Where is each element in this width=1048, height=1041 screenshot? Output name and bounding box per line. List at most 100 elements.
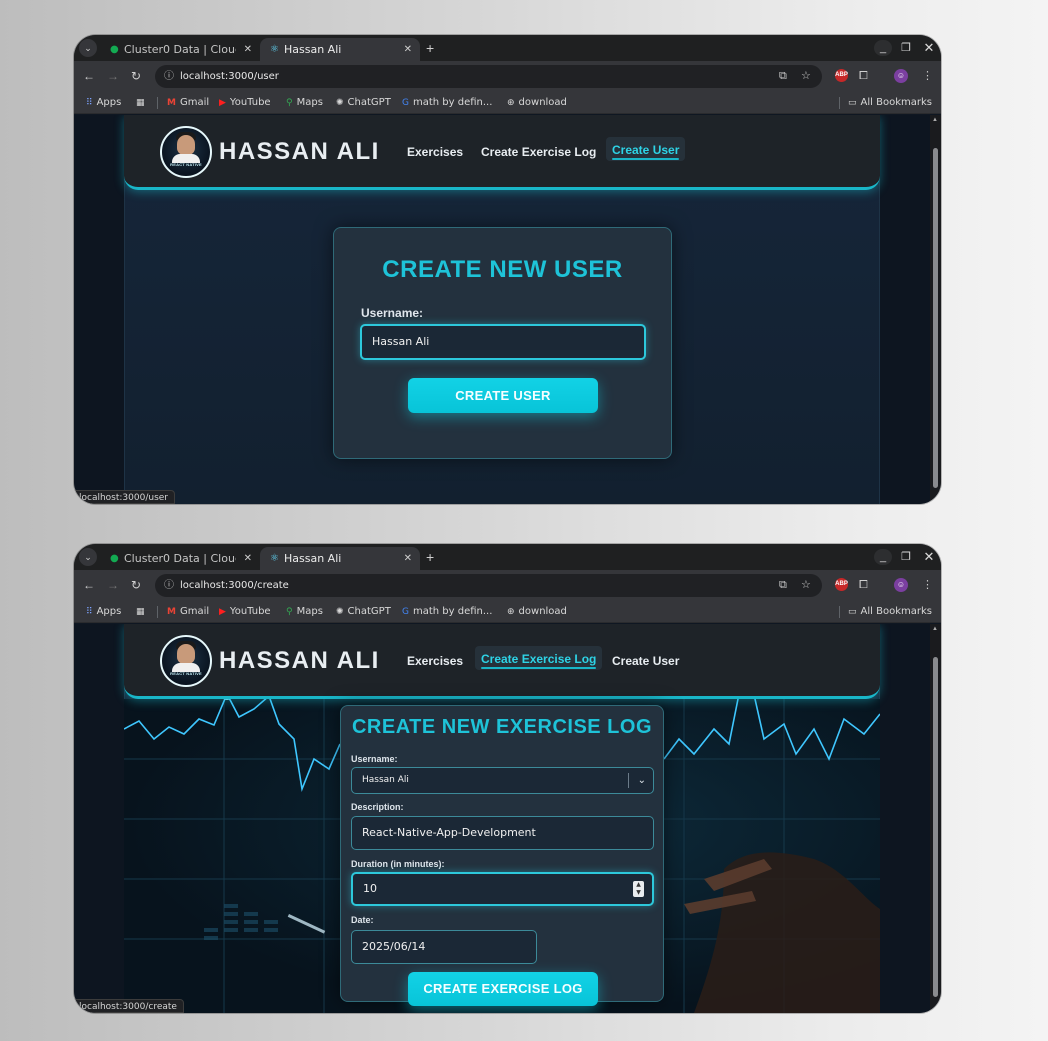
install-app-icon[interactable]: ⧉ [779,65,787,88]
restore-icon[interactable]: ❐ [897,40,915,56]
bookmark-download[interactable]: ⊕ download [507,605,567,619]
date-input[interactable]: 2025/06/14 [351,930,537,964]
bookmark-youtube[interactable]: ▶ YouTube [219,605,271,619]
bookmark-star-icon[interactable]: ☆ [801,574,811,597]
forward-arrow-icon[interactable]: → [107,69,119,83]
mongodb-leaf-icon: ● [110,44,119,55]
gmail-icon: M [167,607,176,617]
logo-avatar[interactable]: REACT NATIVE [160,635,212,687]
bookmark-apps[interactable]: ⠿ Apps [86,605,121,619]
duration-input[interactable]: 10 ▲ ▼ [351,872,654,906]
vertical-scrollbar[interactable]: ▲ [930,115,941,504]
scroll-up-icon[interactable]: ▲ [932,117,938,123]
profile-avatar-icon[interactable]: ☺ [894,578,908,592]
address-bar[interactable]: ⓘ localhost:3000/create ⧉ ☆ [155,574,822,597]
vertical-scrollbar[interactable]: ▲ [930,624,941,1013]
tab-groups-icon[interactable]: ▦ [136,605,149,619]
logo-text: REACT NATIVE [170,671,202,676]
scroll-up-icon[interactable]: ▲ [932,626,938,632]
scrollbar-thumb[interactable] [933,148,938,488]
date-label: Date: [351,915,374,925]
username-select[interactable]: Hassan Ali ⌄ [351,767,654,794]
close-icon[interactable]: ✕ [244,547,252,570]
bookmark-math[interactable]: Gmath by defin... [402,605,492,619]
bookmark-star-icon[interactable]: ☆ [801,65,811,88]
bookmark-apps[interactable]: ⠿ Apps [86,96,121,110]
bookmark-gmail[interactable]: M Gmail [167,96,209,110]
tab-hassan-ali[interactable]: ⚛ Hassan Ali ✕ [260,547,420,570]
close-icon[interactable]: ✕ [404,38,412,61]
gmail-icon: M [167,98,176,108]
description-input[interactable]: React-Native-App-Development [351,816,654,850]
number-spinner-icon[interactable]: ▲ ▼ [633,881,644,897]
adblock-icon[interactable]: ABP [835,578,848,591]
all-bookmarks[interactable]: ▭ All Bookmarks [848,605,932,619]
tab-cluster0[interactable]: ● Cluster0 Data | Cloud: M ✕ [100,547,260,570]
logo-avatar[interactable]: REACT NATIVE [160,126,212,178]
url-text[interactable]: localhost:3000/user [180,65,279,88]
create-user-form: CREATE NEW USER Username: Hassan Ali CRE… [333,227,672,459]
site-info-icon[interactable]: ⓘ [164,574,174,597]
bookmark-gmail[interactable]: M Gmail [167,605,209,619]
nav-create-user[interactable]: Create User [612,654,679,668]
bookmark-download[interactable]: ⊕ download [507,96,567,110]
bookmark-chatgpt[interactable]: ✺ ChatGPT [336,605,391,619]
close-icon[interactable]: ✕ [404,547,412,570]
new-tab-button[interactable]: + [426,548,434,566]
window-close-icon[interactable]: ✕ [920,40,938,56]
url-text[interactable]: localhost:3000/create [180,574,289,597]
bookmark-label: Gmail [179,97,210,108]
scrollbar-thumb[interactable] [933,657,938,997]
nav-create-exercise-log[interactable]: Create Exercise Log [481,145,596,159]
tab-search-icon[interactable]: ⌄ [79,39,97,57]
tab-search-icon[interactable]: ⌄ [79,548,97,566]
more-menu-icon[interactable]: ⋮ [922,578,933,592]
all-bookmarks[interactable]: ▭ All Bookmarks [848,96,932,110]
tab-hassan-ali[interactable]: ⚛ Hassan Ali ✕ [260,38,420,61]
bookmark-separator [839,97,840,109]
tab-strip: ⌄ ● Cluster0 Data | Cloud: M ✕ ⚛ Hassan … [74,544,941,570]
chevron-down-icon[interactable]: ⌄ [638,768,646,793]
bookmark-label: Gmail [179,606,210,617]
tab-cluster0[interactable]: ● Cluster0 Data | Cloud: M ✕ [100,38,260,61]
address-bar[interactable]: ⓘ localhost:3000/user ⧉ ☆ [155,65,822,88]
minimize-icon[interactable]: _ [874,40,892,56]
tab-groups-icon[interactable]: ▦ [136,96,149,110]
site-info-icon[interactable]: ⓘ [164,65,174,88]
extensions-puzzle-icon[interactable]: ⧠ [859,69,868,83]
create-exercise-log-button[interactable]: CREATE EXERCISE LOG [408,972,598,1006]
bookmark-chatgpt[interactable]: ✺ ChatGPT [336,96,391,110]
back-arrow-icon[interactable]: ← [83,578,95,592]
more-menu-icon[interactable]: ⋮ [922,69,933,83]
bookmark-youtube[interactable]: ▶ YouTube [219,96,271,110]
nav-create-user[interactable]: Create User [606,137,686,161]
nav-create-exercise-log[interactable]: Create Exercise Log [475,646,603,670]
window-close-icon[interactable]: ✕ [920,549,938,565]
reload-icon[interactable]: ↻ [131,69,141,83]
bookmark-maps[interactable]: ⚲ Maps [286,96,323,110]
minimize-icon[interactable]: _ [874,549,892,565]
tab-label: Hassan Ali [284,43,342,56]
new-tab-button[interactable]: + [426,39,434,57]
adblock-icon[interactable]: ABP [835,69,848,82]
nav-exercises[interactable]: Exercises [407,654,463,668]
tab-label: Cluster0 Data | Cloud: M [124,552,236,565]
bookmark-label: All Bookmarks [860,606,932,617]
bookmark-maps[interactable]: ⚲ Maps [286,605,323,619]
install-app-icon[interactable]: ⧉ [779,574,787,597]
bookmark-label: Apps [96,606,122,617]
nav-exercises[interactable]: Exercises [407,145,463,159]
brand-title[interactable]: HASSAN ALI [219,138,380,166]
username-input[interactable]: Hassan Ali [360,324,646,360]
forward-arrow-icon[interactable]: → [107,578,119,592]
brand-title[interactable]: HASSAN ALI [219,647,380,675]
profile-avatar-icon[interactable]: ☺ [894,69,908,83]
back-arrow-icon[interactable]: ← [83,69,95,83]
create-user-button[interactable]: CREATE USER [408,378,598,413]
close-icon[interactable]: ✕ [244,38,252,61]
bookmark-label: Maps [296,97,323,108]
restore-icon[interactable]: ❐ [897,549,915,565]
bookmark-math[interactable]: Gmath by defin... [402,96,492,110]
extensions-puzzle-icon[interactable]: ⧠ [859,578,868,592]
reload-icon[interactable]: ↻ [131,578,141,592]
